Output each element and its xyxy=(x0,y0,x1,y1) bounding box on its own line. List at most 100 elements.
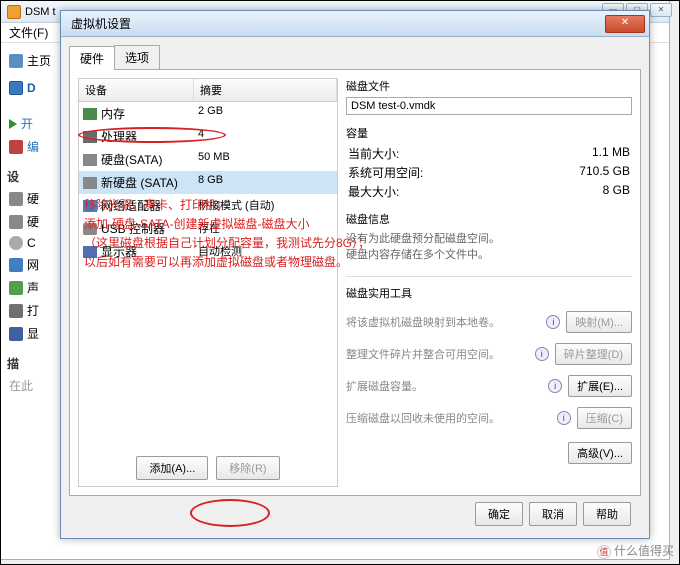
sidebar-desc-text: 在此 xyxy=(5,374,57,397)
display-icon xyxy=(9,327,23,341)
expand-button[interactable]: 扩展(E)... xyxy=(568,375,632,397)
sidebar-home[interactable]: 主页 xyxy=(5,49,57,72)
bg-sidebar: 主页 D 开 编 设 硬 硬 C 网 声 打 显 描 在此 xyxy=(5,49,57,529)
device-icon xyxy=(83,246,97,258)
ok-button[interactable]: 确定 xyxy=(475,502,523,526)
device-icon xyxy=(83,154,97,166)
device-table: 设备 摘要 内存 2 GB 处理器 4 硬盘(SATA) 50 MB 新硬盘 (SATA) 8… xyxy=(79,79,337,449)
compact-button[interactable]: 压缩(C) xyxy=(577,407,632,429)
disk-file-label: 磁盘文件 xyxy=(346,78,632,94)
tools-label: 磁盘实用工具 xyxy=(346,285,632,301)
info-icon[interactable]: i xyxy=(535,347,549,361)
disk-info-label: 磁盘信息 xyxy=(346,211,632,227)
info-icon[interactable]: i xyxy=(548,379,562,393)
info-icon[interactable]: i xyxy=(557,411,571,425)
device-summary: 2 GB xyxy=(194,104,337,123)
device-icon xyxy=(83,200,97,212)
device-name: 网络适配器 xyxy=(101,197,161,214)
device-summary: 8 GB xyxy=(194,173,337,192)
sidebar-sound[interactable]: 声 xyxy=(5,276,57,299)
max-size-key: 最大大小: xyxy=(348,183,399,200)
disk-file-input[interactable] xyxy=(346,97,632,115)
table-row[interactable]: 新硬盘 (SATA) 8 GB xyxy=(79,171,337,194)
hdd-icon xyxy=(9,192,23,206)
dialog-titlebar[interactable]: 虚拟机设置 ✕ xyxy=(61,11,649,37)
sidebar-hdd[interactable]: 硬 xyxy=(5,187,57,210)
table-row[interactable]: 处理器 4 xyxy=(79,125,337,148)
tabs: 硬件 选项 xyxy=(69,45,641,70)
device-detail-panel: 磁盘文件 容量 当前大小:1.1 MB 系统可用空间:710.5 GB 最大大小… xyxy=(346,78,632,487)
edit-icon xyxy=(9,140,23,154)
sidebar-hdd2[interactable]: 硬 xyxy=(5,210,57,233)
add-button[interactable]: 添加(A)... xyxy=(136,456,208,480)
map-button[interactable]: 映射(M)... xyxy=(566,311,632,333)
menu-file[interactable]: 文件(F) xyxy=(9,24,48,41)
hardware-list-panel: 设备 摘要 内存 2 GB 处理器 4 硬盘(SATA) 50 MB 新硬盘 (SATA) 8… xyxy=(78,78,338,487)
col-summary[interactable]: 摘要 xyxy=(194,79,337,101)
table-row[interactable]: USB 控制器 存在 xyxy=(79,217,337,240)
vm-settings-dialog: 虚拟机设置 ✕ 硬件 选项 设备 摘要 内存 2 GB 处理器 4 硬盘(SATA) 50… xyxy=(60,10,650,539)
dialog-close-button[interactable]: ✕ xyxy=(605,15,645,33)
free-space-key: 系统可用空间: xyxy=(348,164,423,181)
app-icon xyxy=(7,5,21,19)
play-icon xyxy=(9,119,17,129)
device-name: 显示器 xyxy=(101,243,137,260)
free-space-val: 710.5 GB xyxy=(579,164,630,181)
sound-icon xyxy=(9,281,23,295)
remove-button[interactable]: 移除(R) xyxy=(216,456,279,480)
compact-text: 压缩磁盘以回收未使用的空间。 xyxy=(346,410,551,426)
device-icon xyxy=(83,108,97,120)
dialog-title: 虚拟机设置 xyxy=(71,15,131,32)
tab-options[interactable]: 选项 xyxy=(114,45,160,69)
sidebar-sec-devices: 设 xyxy=(7,168,57,185)
help-button[interactable]: 帮助 xyxy=(583,502,631,526)
home-icon xyxy=(9,54,23,68)
bg-title: DSM t xyxy=(25,6,56,18)
sidebar-net[interactable]: 网 xyxy=(5,253,57,276)
hdd-icon xyxy=(9,215,23,229)
watermark-badge-icon: 值 xyxy=(597,545,611,559)
cancel-button[interactable]: 取消 xyxy=(529,502,577,526)
device-icon xyxy=(83,131,97,143)
current-size-key: 当前大小: xyxy=(348,145,399,162)
expand-text: 扩展磁盘容量。 xyxy=(346,378,542,394)
device-icon xyxy=(83,177,97,189)
watermark: 值 什么值得买 xyxy=(597,542,674,559)
info-icon[interactable]: i xyxy=(546,315,560,329)
col-device[interactable]: 设备 xyxy=(79,79,194,101)
table-row[interactable]: 硬盘(SATA) 50 MB xyxy=(79,148,337,171)
device-name: USB 控制器 xyxy=(101,220,165,237)
disk-info-txt1: 没有为此硬盘预分配磁盘空间。 xyxy=(346,230,632,246)
sidebar-cd[interactable]: C xyxy=(5,233,57,253)
tab-hardware[interactable]: 硬件 xyxy=(69,46,115,70)
vm-tab-icon xyxy=(9,81,23,95)
net-icon xyxy=(9,258,23,272)
defrag-text: 整理文件碎片并整合可用空间。 xyxy=(346,346,529,362)
device-summary: 桥接模式 (自动) xyxy=(194,196,337,215)
device-summary: 存在 xyxy=(194,219,337,238)
close-icon[interactable]: ✕ xyxy=(650,3,672,17)
map-text: 将该虚拟机磁盘映射到本地卷。 xyxy=(346,314,540,330)
sidebar-sec-desc: 描 xyxy=(7,355,57,372)
sidebar-edit[interactable]: 编 xyxy=(5,135,57,158)
device-summary: 自动检测 xyxy=(194,242,337,261)
device-name: 硬盘(SATA) xyxy=(101,151,163,168)
current-size-val: 1.1 MB xyxy=(592,145,630,162)
device-name: 处理器 xyxy=(101,128,137,145)
sidebar-vm-tab[interactable]: D xyxy=(5,78,57,98)
printer-icon xyxy=(9,304,23,318)
device-summary: 4 xyxy=(194,127,337,146)
device-icon xyxy=(83,223,97,235)
sidebar-printer[interactable]: 打 xyxy=(5,299,57,322)
device-name: 新硬盘 (SATA) xyxy=(101,174,178,191)
cd-icon xyxy=(9,236,23,250)
table-row[interactable]: 内存 2 GB xyxy=(79,102,337,125)
device-summary: 50 MB xyxy=(194,150,337,169)
device-name: 内存 xyxy=(101,105,125,122)
defrag-button[interactable]: 碎片整理(D) xyxy=(555,343,632,365)
sidebar-poweron[interactable]: 开 xyxy=(5,112,57,135)
table-row[interactable]: 网络适配器 桥接模式 (自动) xyxy=(79,194,337,217)
table-row[interactable]: 显示器 自动检测 xyxy=(79,240,337,263)
sidebar-display[interactable]: 显 xyxy=(5,322,57,345)
advanced-button[interactable]: 高级(V)... xyxy=(568,442,632,464)
